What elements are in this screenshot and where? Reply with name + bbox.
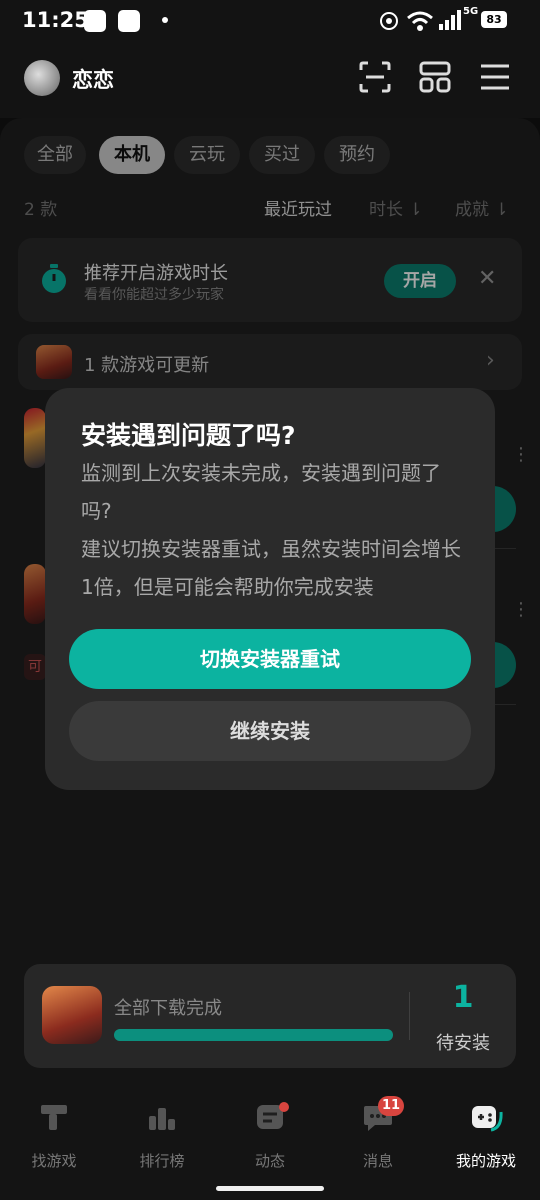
- nav-label: 动态: [254, 1152, 285, 1170]
- avatar[interactable]: [24, 60, 60, 96]
- wifi-icon: [407, 11, 433, 31]
- scan-icon[interactable]: [358, 60, 392, 94]
- notification-dot-icon: [162, 17, 168, 23]
- download-progress-fill: [114, 1029, 393, 1041]
- pending-install-label[interactable]: 待安装: [410, 1029, 516, 1055]
- notification-dot: [279, 1102, 289, 1112]
- gamepad-icon: [472, 1106, 503, 1132]
- download-progress-bar: [114, 1029, 393, 1041]
- nav-label: 我的游戏: [455, 1152, 516, 1170]
- hammer-icon: [41, 1105, 67, 1130]
- nav-label: 找游戏: [31, 1152, 77, 1170]
- baidu-notification-icon: [84, 10, 106, 32]
- status-time: 11:25: [22, 8, 89, 32]
- nav-feed[interactable]: 动态: [216, 1100, 324, 1171]
- home-indicator[interactable]: [216, 1186, 324, 1191]
- download-status-text: 全部下载完成: [114, 998, 222, 1019]
- continue-install-button[interactable]: 继续安装: [69, 701, 471, 761]
- battery-level: 83: [486, 13, 502, 26]
- nav-label: 消息: [362, 1152, 393, 1170]
- signal-icon: [439, 10, 461, 30]
- nav-label: 排行榜: [139, 1152, 185, 1170]
- switch-installer-button[interactable]: 切换安装器重试: [69, 629, 471, 689]
- download-game-thumbnail: [42, 986, 102, 1044]
- username[interactable]: 恋恋: [72, 64, 114, 94]
- network-type: 5G: [463, 6, 479, 17]
- nav-messages[interactable]: 消息: [324, 1100, 432, 1171]
- message-badge: 11: [378, 1096, 404, 1116]
- status-bar: 11:25 5G 83: [0, 0, 540, 40]
- alarm-icon: [380, 12, 398, 30]
- nav-rankings[interactable]: 排行榜: [108, 1100, 216, 1171]
- dialog-message: 监测到上次安装未完成，安装遇到问题了吗? 建议切换安装器重试，虽然安装时间会增长…: [81, 461, 461, 599]
- pending-install-count[interactable]: 1: [410, 980, 516, 1015]
- layout-icon[interactable]: [418, 60, 452, 94]
- ranking-icon: [149, 1108, 175, 1130]
- nav-find-games[interactable]: 找游戏: [0, 1100, 108, 1171]
- menu-icon[interactable]: [478, 60, 512, 94]
- baidu-notification-icon-2: [118, 10, 140, 32]
- battery-icon: 83: [481, 11, 507, 28]
- dialog-title: 安装遇到问题了吗?: [81, 421, 296, 450]
- nav-my-games[interactable]: 我的游戏: [432, 1100, 540, 1171]
